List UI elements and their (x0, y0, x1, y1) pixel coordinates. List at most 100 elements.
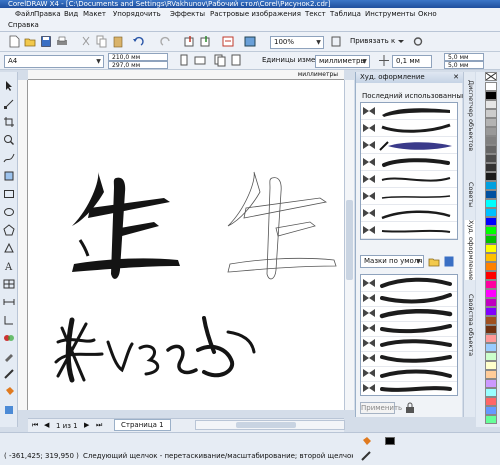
apply-button[interactable]: Применить (360, 402, 402, 414)
vertical-ruler[interactable] (18, 80, 28, 410)
all-pages-icon[interactable] (214, 54, 226, 67)
browse-folder-icon[interactable] (428, 255, 440, 268)
recent-strokes-list[interactable] (360, 102, 458, 240)
color-swatch[interactable] (485, 235, 497, 244)
print-icon[interactable] (56, 35, 68, 48)
snap-dropdown-icon[interactable] (395, 35, 407, 48)
shape-tool-icon[interactable] (3, 98, 15, 110)
color-swatch[interactable] (485, 316, 497, 325)
brush-strokes-list[interactable] (360, 274, 458, 396)
save-icon[interactable] (40, 35, 52, 48)
color-swatch[interactable] (485, 289, 497, 298)
paste-icon[interactable] (112, 35, 124, 48)
color-swatch[interactable] (485, 217, 497, 226)
undo-icon[interactable] (132, 35, 144, 48)
color-swatch[interactable] (485, 361, 497, 370)
color-swatch[interactable] (485, 244, 497, 253)
color-swatch[interactable] (485, 343, 497, 352)
color-swatch[interactable] (485, 253, 497, 262)
units-combo[interactable]: миллиметры ▼ (315, 55, 370, 68)
outline-indicator-icon[interactable] (360, 450, 372, 462)
color-swatch[interactable] (485, 325, 497, 334)
prev-page-icon[interactable]: ◀ (44, 421, 49, 429)
color-swatch[interactable] (485, 271, 497, 280)
interactive-fill-tool-icon[interactable] (3, 404, 15, 416)
artistic-handwriting-zhizn[interactable] (54, 316, 256, 383)
last-page-icon[interactable]: ⏭ (96, 421, 102, 430)
color-swatch[interactable] (485, 208, 497, 217)
snap-to-label[interactable]: Привязать к (350, 37, 395, 45)
vertical-scrollbar[interactable] (344, 80, 354, 410)
crop-tool-icon[interactable] (3, 116, 15, 128)
menu-layout[interactable]: Макет (83, 10, 106, 18)
portrait-icon[interactable] (178, 54, 190, 67)
eyedropper-tool-icon[interactable] (3, 350, 15, 362)
next-page-icon[interactable]: ▶ (84, 421, 89, 429)
nudge-distance-field[interactable]: 0,1 мм (392, 55, 432, 68)
fill-color-swatch[interactable] (385, 437, 395, 445)
menu-arrange[interactable]: Упорядочить (113, 10, 161, 18)
color-swatch[interactable] (485, 163, 497, 172)
color-swatch[interactable] (485, 136, 497, 145)
drawing-canvas[interactable] (28, 80, 344, 410)
polygon-tool-icon[interactable] (3, 224, 15, 236)
page-tab[interactable]: Страница 1 (114, 419, 171, 431)
current-page-icon[interactable] (230, 54, 242, 67)
color-swatch[interactable] (485, 82, 497, 91)
landscape-icon[interactable] (194, 54, 206, 67)
color-swatch[interactable] (485, 145, 497, 154)
connector-tool-icon[interactable] (3, 314, 15, 326)
color-swatch[interactable] (485, 397, 497, 406)
menu-view[interactable]: Вид (64, 10, 78, 18)
menu-table[interactable]: Таблица (330, 10, 361, 18)
tab-object-properties[interactable]: Свойства объекта (465, 294, 475, 356)
tab-hints[interactable]: Советы (465, 182, 475, 207)
publish-pdf-icon[interactable] (222, 35, 234, 48)
export-icon[interactable] (200, 35, 212, 48)
color-swatch[interactable] (485, 100, 497, 109)
rectangle-tool-icon[interactable] (3, 188, 15, 200)
page-height-field[interactable]: 297,0 мм (108, 61, 168, 69)
color-swatch[interactable] (485, 406, 497, 415)
no-color-swatch[interactable] (485, 72, 497, 81)
cut-icon[interactable] (80, 35, 92, 48)
close-icon[interactable]: ✕ (453, 72, 459, 83)
application-launcher-icon[interactable] (244, 35, 256, 48)
ellipse-tool-icon[interactable] (3, 206, 15, 218)
list-item[interactable] (361, 188, 457, 205)
menu-effects[interactable]: Эффекты (170, 10, 205, 18)
color-swatch[interactable] (485, 388, 497, 397)
duplicate-y-field[interactable]: 5,0 мм (444, 61, 484, 69)
color-swatch[interactable] (485, 154, 497, 163)
color-swatch[interactable] (485, 91, 497, 100)
list-item[interactable] (361, 120, 457, 137)
table-tool-icon[interactable] (3, 278, 15, 290)
drawing-area[interactable] (28, 80, 344, 410)
color-swatch[interactable] (485, 379, 497, 388)
zoom-tool-icon[interactable] (3, 134, 15, 146)
menu-file[interactable]: Файл (15, 10, 34, 18)
page-width-field[interactable]: 210,0 мм (108, 53, 168, 61)
full-screen-icon[interactable] (330, 35, 342, 48)
list-item[interactable] (361, 222, 457, 239)
smart-fill-tool-icon[interactable] (3, 170, 15, 182)
color-swatch[interactable] (485, 262, 497, 271)
color-swatch[interactable] (485, 127, 497, 136)
color-swatch[interactable] (485, 199, 497, 208)
color-swatch[interactable] (485, 334, 497, 343)
lock-icon[interactable] (404, 402, 416, 414)
options-gear-icon[interactable] (412, 35, 424, 48)
new-document-icon[interactable] (8, 35, 20, 48)
first-page-icon[interactable]: ⏮ (32, 421, 38, 430)
blend-tool-icon[interactable] (3, 332, 15, 344)
paper-size-combo[interactable]: A4 ▼ (4, 55, 104, 68)
list-item[interactable] (361, 137, 457, 154)
horizontal-scroll-thumb[interactable] (236, 422, 296, 428)
zoom-combo[interactable]: 100% ▼ (270, 36, 324, 49)
tab-object-manager[interactable]: Диспетчер объектов (465, 80, 475, 151)
color-swatch[interactable] (485, 226, 497, 235)
import-icon[interactable] (184, 35, 196, 48)
color-swatch[interactable] (485, 181, 497, 190)
redo-icon[interactable] (160, 35, 172, 48)
outline-tool-icon[interactable] (3, 368, 15, 380)
